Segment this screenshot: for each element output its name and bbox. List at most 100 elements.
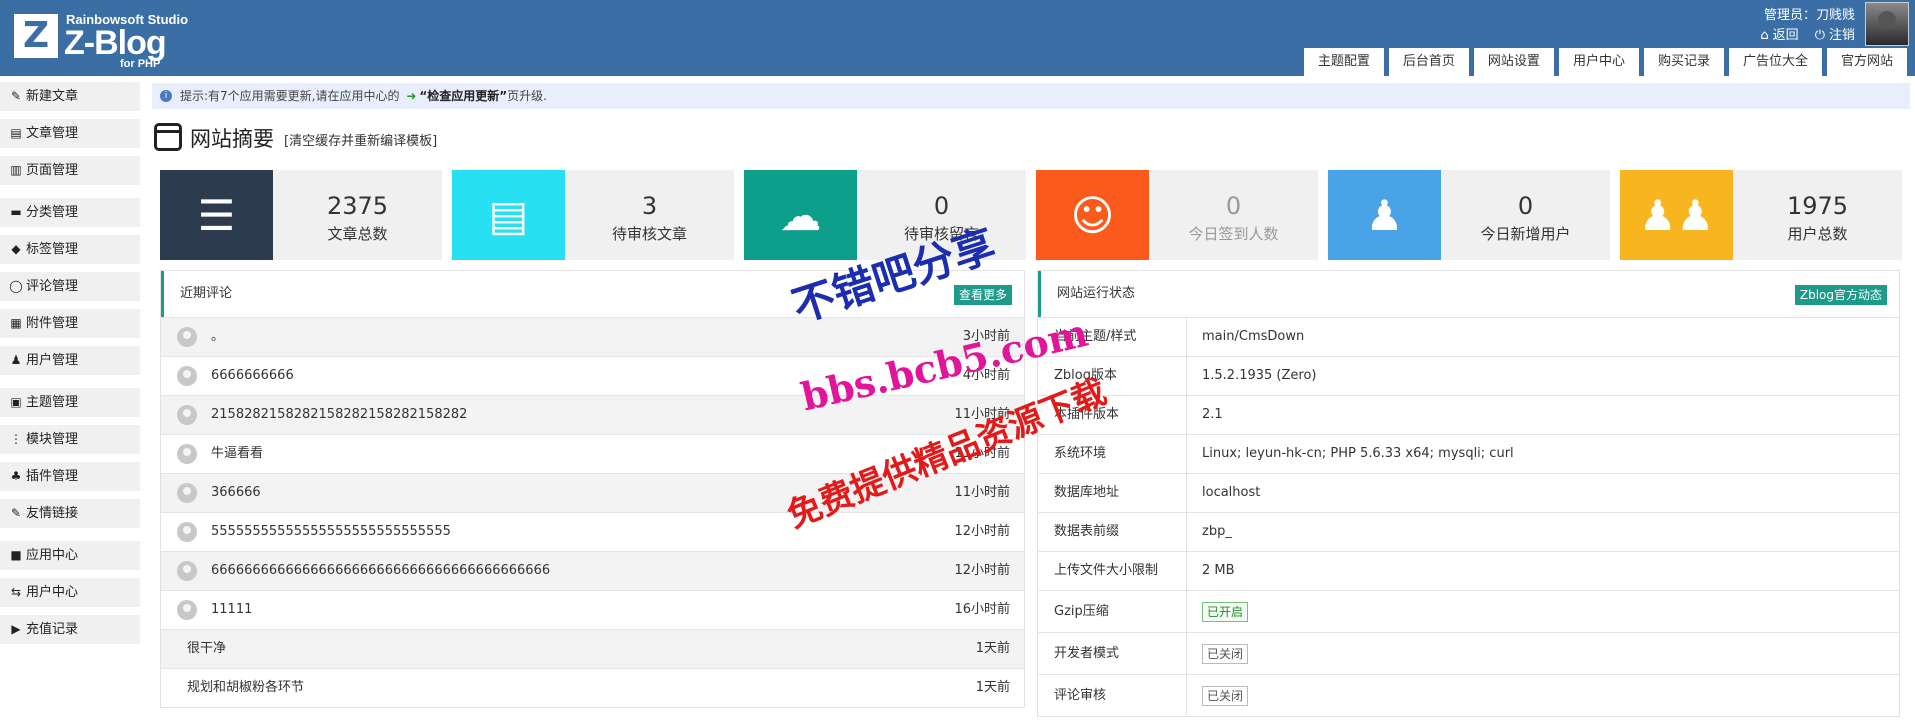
zblog-logo[interactable]: Z [14, 14, 58, 58]
top-nav-item[interactable]: 广告位大全 [1728, 48, 1822, 76]
avatar-icon [177, 522, 197, 542]
status-row: 开发者模式 已关闭 [1038, 632, 1899, 674]
status-title: 网站运行状态 [1057, 286, 1136, 301]
sidebar-item[interactable]: ⇆ 用户中心 [0, 578, 140, 607]
stat-card[interactable]: ▤ 3 待审核文章 [452, 170, 734, 260]
avatar-icon [177, 444, 197, 464]
comment-row[interactable]: 55555555555555555555555555555 12小时前 [161, 512, 1024, 551]
theme-icon: ▣ [10, 395, 22, 409]
stat-label: 文章总数 [327, 225, 388, 243]
comment-time: 16小时前 [954, 602, 1010, 617]
admin-links: ⌂ 返回 ⏻ 注销 [1760, 24, 1855, 43]
folder-icon: ▬ [10, 205, 22, 219]
status-row: 系统环境 Linux; leyun-hk-cn; PHP 5.6.33 x64; … [1038, 434, 1899, 473]
top-nav-item[interactable]: 主题配置 [1303, 48, 1384, 76]
user-icon: ♟ [1328, 170, 1441, 260]
admin-avatar[interactable] [1865, 2, 1909, 46]
stat-card[interactable]: ♟♟ 1975 用户总数 [1620, 170, 1902, 260]
comment-row[interactable]: 6666666666666666666666666666666666666666… [161, 551, 1024, 590]
site-status-panel: 网站运行状态 Zblog官方动态 当前主题/样式 main/CmsDown Zblo… [1037, 270, 1900, 717]
official-news-button[interactable]: Zblog官方动态 [1794, 285, 1887, 305]
module-icon: ⋮ [10, 432, 22, 446]
sidebar-item[interactable]: ◆ 标签管理 [0, 235, 140, 264]
comment-row[interactable]: 。 3小时前 [161, 317, 1024, 356]
stat-card[interactable]: ♟ 0 今日新增用户 [1328, 170, 1610, 260]
sidebar-item[interactable]: ♣ 插件管理 [0, 462, 140, 491]
comment-row[interactable]: 11111 16小时前 [161, 590, 1024, 629]
sidebar-item-label: 新建文章 [26, 89, 79, 104]
status-row: Gzip压缩 已开启 [1038, 590, 1899, 632]
sidebar-item[interactable]: ▣ 主题管理 [0, 388, 140, 417]
comment-text[interactable]: 规划和胡椒粉各环节 [187, 669, 304, 707]
comment-text[interactable]: 55555555555555555555555555555 [211, 513, 451, 551]
top-nav-item[interactable]: 网站设置 [1473, 48, 1554, 76]
stat-value: 0 [1225, 192, 1242, 220]
comment-text[interactable]: 11111 [211, 591, 252, 629]
status-value: localhost [1202, 485, 1261, 500]
back-label: 返回 [1772, 28, 1799, 43]
logout-link[interactable]: ⏻ 注销 [1815, 24, 1855, 43]
top-nav-item[interactable]: 官方网站 [1826, 48, 1907, 76]
status-value: 已关闭 [1202, 633, 1249, 674]
comment-text[interactable]: 2158282158282158282158282158282 [211, 396, 467, 434]
divider [1186, 396, 1187, 434]
tag-icon: ◆ [11, 242, 21, 256]
stat-value: 0 [1517, 192, 1534, 220]
stat-value: 2375 [326, 192, 389, 220]
sidebar-item-label: 主题管理 [26, 395, 79, 410]
comment-text[interactable]: 366666 [211, 474, 261, 512]
status-row: Zblog版本 1.5.2.1935 (Zero) [1038, 356, 1899, 395]
back-link[interactable]: ⌂ 返回 [1760, 24, 1798, 43]
top-nav: 主题配置 后台首页 网站设置 用户中心 购买记录 广告位大全 官方网站 [1303, 48, 1907, 76]
top-nav-item[interactable]: 购买记录 [1643, 48, 1724, 76]
stat-label: 今日签到人数 [1188, 225, 1279, 243]
sidebar-item[interactable]: ♟ 用户管理 [0, 346, 140, 375]
sidebar-item[interactable]: ✎ 新建文章 [0, 82, 140, 111]
avatar-icon [177, 405, 197, 425]
logout-label: 注销 [1828, 28, 1855, 43]
comment-text[interactable]: 6666666666666666666666666666666666666666… [211, 552, 550, 590]
window-icon [154, 123, 182, 151]
avatar-icon [177, 366, 197, 386]
avatar-icon [177, 600, 197, 620]
sidebar-item[interactable]: ▶ 充值记录 [0, 615, 140, 644]
info-icon: i [160, 90, 172, 102]
check-update-link[interactable]: “检查应用更新” [419, 89, 507, 103]
stat-value: 3 [641, 192, 658, 220]
status-value: 2.1 [1202, 407, 1223, 422]
stat-card[interactable]: ☰ 2375 文章总数 [160, 170, 442, 260]
link-icon: ✎ [10, 506, 22, 520]
top-nav-item[interactable]: 后台首页 [1388, 48, 1469, 76]
comment-row[interactable]: 很干净 1天前 [161, 629, 1024, 668]
stat-card[interactable]: ☺ 0 今日签到人数 [1036, 170, 1318, 260]
sidebar-item[interactable]: ⋮ 模块管理 [0, 425, 140, 454]
status-badge: 已关闭 [1202, 643, 1249, 664]
comment-time: 12小时前 [954, 524, 1010, 539]
comment-text[interactable]: 很干净 [187, 630, 226, 668]
status-value: 已关闭 [1202, 675, 1249, 716]
sidebar-item-label: 标签管理 [26, 242, 79, 257]
clipboard-icon: ▤ [452, 170, 565, 260]
comments-title: 近期评论 [180, 286, 233, 301]
comment-row[interactable]: 规划和胡椒粉各环节 1天前 [161, 668, 1024, 707]
comment-row[interactable]: 2158282158282158282158282158282 11小时前 [161, 395, 1024, 434]
comment-text[interactable]: 。 [211, 318, 224, 356]
divider [1186, 357, 1187, 395]
top-nav-item[interactable]: 用户中心 [1558, 48, 1639, 76]
sidebar-item[interactable]: ▥ 页面管理 [0, 156, 140, 185]
comment-text[interactable]: 牛逼看看 [211, 435, 263, 473]
sidebar-item[interactable]: ▦ 附件管理 [0, 309, 140, 338]
notice-prefix: 提示:有7个应用需要更新,请在应用中心的 [180, 89, 400, 103]
sidebar-item[interactable]: ▬ 分类管理 [0, 198, 140, 227]
home-icon: ⌂ [1760, 28, 1769, 43]
sidebar-item[interactable]: ■ 应用中心 [0, 541, 140, 570]
sidebar-item-label: 应用中心 [26, 548, 79, 563]
sidebar-item[interactable]: ✎ 友情链接 [0, 499, 140, 528]
clear-cache-link[interactable]: [清空缓存并重新编译模板] [284, 130, 437, 149]
article-icon: ▤ [10, 126, 22, 140]
sidebar-item-label: 插件管理 [26, 469, 79, 484]
view-more-button[interactable]: 查看更多 [953, 285, 1012, 305]
comment-text[interactable]: 6666666666 [211, 357, 294, 395]
sidebar-item[interactable]: ◯ 评论管理 [0, 272, 140, 301]
sidebar-item[interactable]: ▤ 文章管理 [0, 119, 140, 148]
